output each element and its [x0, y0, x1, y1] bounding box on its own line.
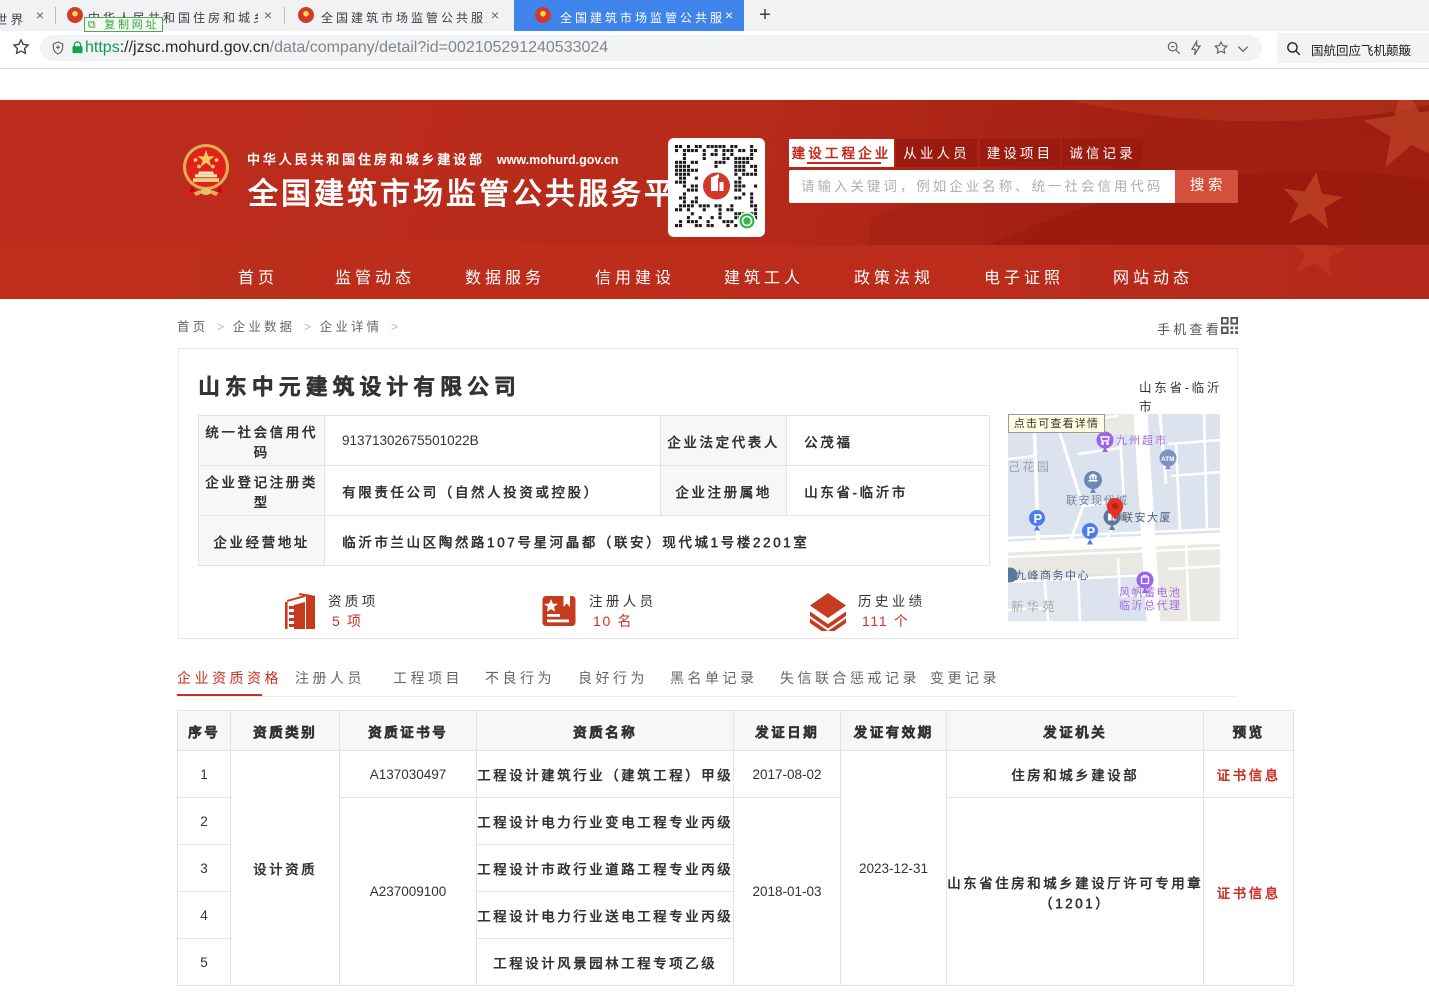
- svg-text:新华苑: 新华苑: [1011, 599, 1058, 614]
- svg-text:己花园: 己花园: [1008, 459, 1052, 474]
- svg-text:风帆蓄电池: 风帆蓄电池: [1119, 585, 1182, 599]
- svg-text:P: P: [1034, 511, 1043, 526]
- svg-text:临沂总代理: 临沂总代理: [1119, 598, 1182, 612]
- svg-text:九峰商务中心: 九峰商务中心: [1015, 568, 1090, 582]
- svg-text:ATM: ATM: [1161, 456, 1175, 463]
- svg-text:P: P: [1087, 524, 1096, 539]
- svg-text:联安大厦: 联安大厦: [1122, 510, 1172, 524]
- svg-text:九州超市: 九州超市: [1116, 433, 1168, 447]
